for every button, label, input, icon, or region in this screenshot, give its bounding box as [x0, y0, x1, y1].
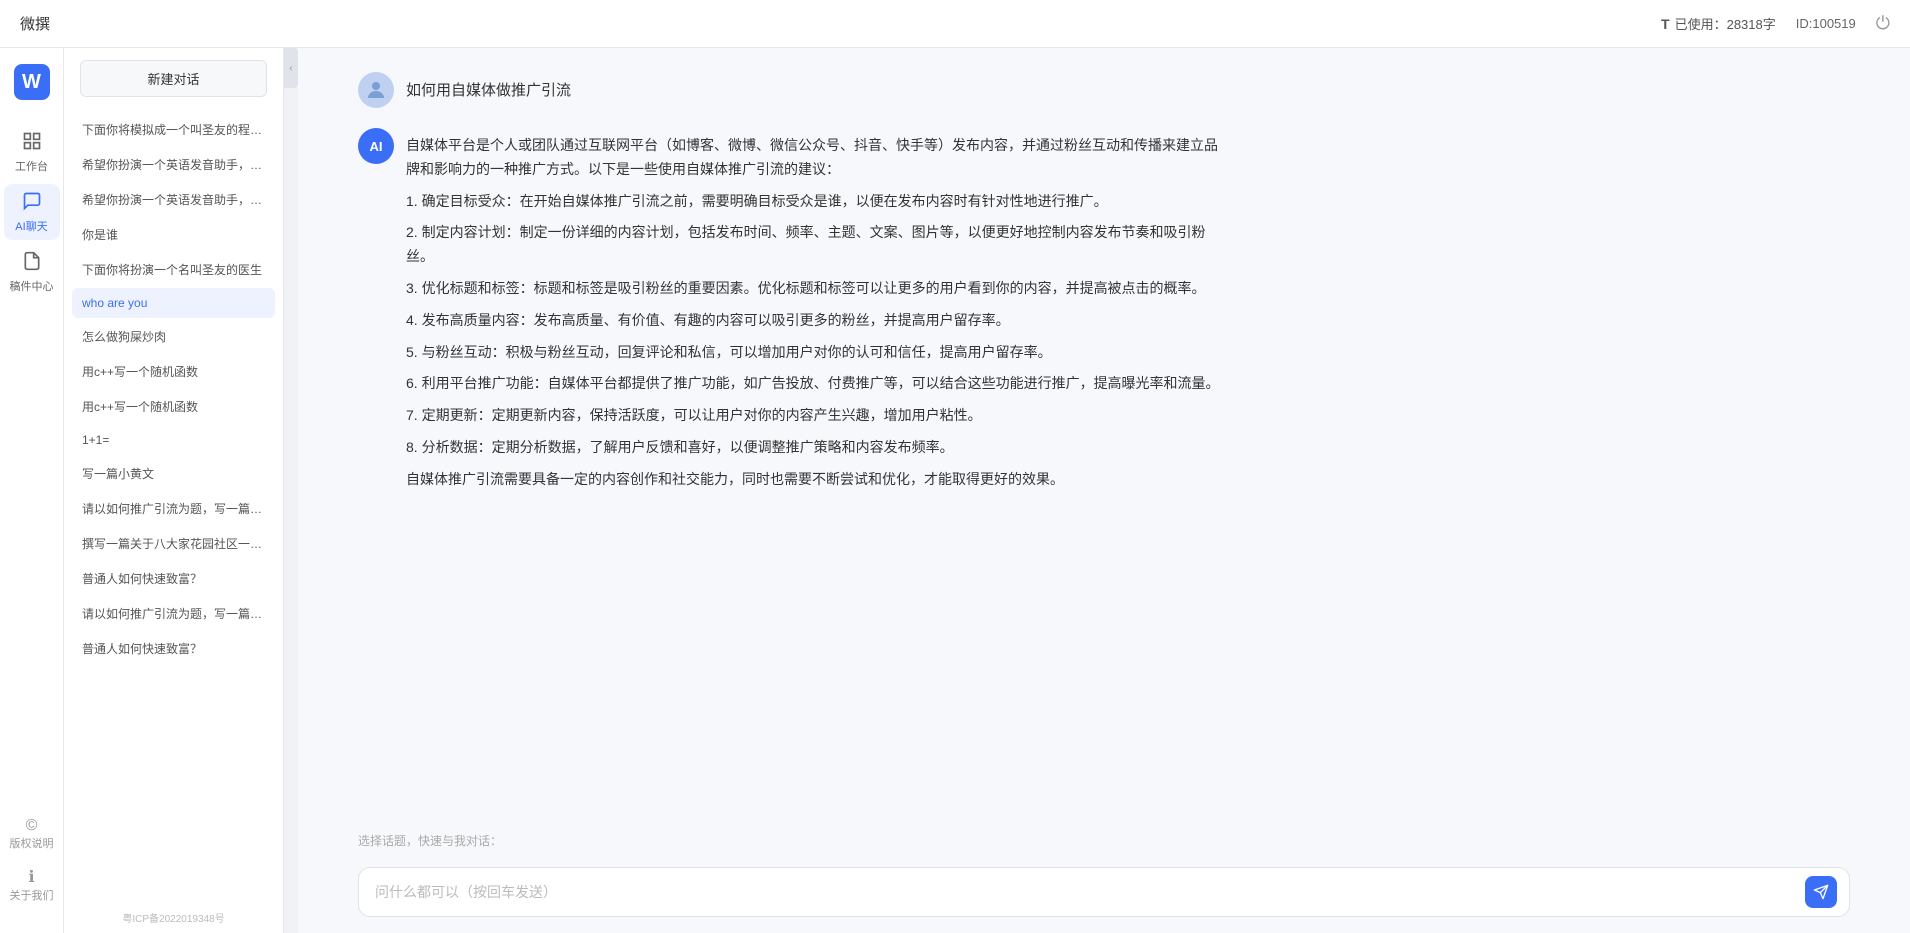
ai-response-paragraph: 自媒体平台是个人或团队通过互联网平台（如博客、微博、微信公众号、抖音、快手等）发…	[406, 134, 1226, 182]
collapse-button[interactable]: ‹	[284, 48, 298, 88]
quick-prompts: 选择话题，快速与我对话：	[298, 824, 1910, 859]
topbar-id: ID:100519	[1796, 16, 1856, 31]
history-item[interactable]: 用c++写一个随机函数	[72, 390, 275, 423]
input-area	[298, 859, 1910, 933]
ai-response-paragraph: 1. 确定目标受众：在开始自媒体推广引流之前，需要明确目标受众是谁，以便在发布内…	[406, 190, 1226, 214]
ai-response-paragraph: 4. 发布高质量内容：发布高质量、有价值、有趣的内容可以吸引更多的粉丝，并提高用…	[406, 309, 1226, 333]
icp-text: 粤ICP备2022019348号	[64, 902, 283, 933]
user-avatar	[358, 72, 394, 108]
history-item[interactable]: 普通人如何快速致富？	[72, 632, 275, 665]
topbar-title: 微撰	[20, 13, 50, 34]
quick-prompts-label: 选择话题，快速与我对话：	[358, 832, 1850, 849]
history-item[interactable]: 用c++写一个随机函数	[72, 355, 275, 388]
ai-logo-text: AI	[370, 139, 383, 154]
history-item[interactable]: 下面你将扮演一个名叫圣友的医生	[72, 253, 275, 286]
draft-label: 稿件中心	[10, 278, 54, 294]
history-item[interactable]: 普通人如何快速致富？	[72, 562, 275, 595]
ai-response-paragraph: 自媒体推广引流需要具备一定的内容创作和社交能力，同时也需要不断尝试和优化，才能取…	[406, 468, 1226, 492]
logo-area: W	[14, 64, 50, 100]
ai-chat-label: AI聊天	[15, 218, 47, 234]
ai-avatar: AI	[358, 128, 394, 164]
topbar: 微撰 T 已使用：28318字 ID:100519 ⏻	[0, 0, 1910, 48]
topbar-usage: T 已使用：28318字	[1661, 14, 1776, 33]
app-layout: W 工作台 AI聊天 稿件中心 © 版权说明	[0, 48, 1910, 933]
history-item[interactable]: 希望你扮演一个英语发音助手，我提供给你...	[72, 183, 275, 216]
workbench-icon	[22, 131, 42, 156]
ai-response-paragraph: 6. 利用平台推广功能：自媒体平台都提供了推广功能，如广告投放、付费推广等，可以…	[406, 372, 1226, 396]
history-item[interactable]: 请以如何推广引流为题，写一篇大纲	[72, 492, 275, 525]
ai-response-paragraph: 7. 定期更新：定期更新内容，保持活跃度，可以让用户对你的内容产生兴趣，增加用户…	[406, 404, 1226, 428]
chat-input[interactable]	[375, 880, 1799, 904]
user-message-row: 如何用自媒体做推广引流	[358, 72, 1850, 108]
sidebar-item-about[interactable]: ℹ 关于我们	[4, 861, 60, 909]
history-item[interactable]: 写一篇小黄文	[72, 457, 275, 490]
history-list: 下面你将模拟成一个叫圣友的程序员、我说...希望你扮演一个英语发音助手，我提供给…	[64, 109, 283, 902]
workbench-label: 工作台	[15, 158, 48, 174]
chat-main: 如何用自媒体做推广引流 AI 自媒体平台是个人或团队通过互联网平台（如博客、微博…	[298, 48, 1910, 933]
ai-response-paragraph: 5. 与粉丝互动：积极与粉丝互动，回复评论和私信，可以增加用户对你的认可和信任，…	[406, 341, 1226, 365]
usage-text: 已使用：28318字	[1675, 14, 1776, 33]
history-item[interactable]: 撰写一篇关于八大家花园社区一刻钟便民生...	[72, 527, 275, 560]
ai-response-paragraph: 2. 制定内容计划：制定一份详细的内容计划，包括发布时间、频率、主题、文案、图片…	[406, 221, 1226, 269]
ai-message-bubble: 自媒体平台是个人或团队通过互联网平台（如博客、微博、微信公众号、抖音、快手等）发…	[406, 128, 1226, 492]
new-chat-button[interactable]: 新建对话	[80, 60, 267, 97]
topbar-right: T 已使用：28318字 ID:100519 ⏻	[1661, 13, 1890, 34]
input-box	[358, 867, 1850, 917]
usage-t-icon: T	[1661, 16, 1670, 32]
icon-nav: W 工作台 AI聊天 稿件中心 © 版权说明	[0, 48, 64, 933]
sidebar-item-ai-chat[interactable]: AI聊天	[4, 184, 60, 240]
logout-icon[interactable]: ⏻	[1876, 13, 1890, 34]
nav-bottom: © 版权说明 ℹ 关于我们	[4, 811, 60, 917]
about-icon: ℹ	[28, 867, 34, 887]
history-item[interactable]: who are you	[72, 288, 275, 318]
sidebar-item-copyright[interactable]: © 版权说明	[4, 811, 60, 857]
ai-message-row: AI 自媒体平台是个人或团队通过互联网平台（如博客、微博、微信公众号、抖音、快手…	[358, 128, 1850, 492]
history-item[interactable]: 请以如何推广引流为题，写一篇大纲	[72, 597, 275, 630]
copyright-label: 版权说明	[10, 835, 54, 851]
sidebar-item-draft[interactable]: 稿件中心	[4, 244, 60, 300]
copyright-icon: ©	[26, 817, 38, 835]
history-item[interactable]: 你是谁	[72, 218, 275, 251]
history-sidebar: 新建对话 下面你将模拟成一个叫圣友的程序员、我说...希望你扮演一个英语发音助手…	[64, 48, 284, 933]
chevron-left-icon: ‹	[289, 63, 292, 74]
ai-response-paragraph: 8. 分析数据：定期分析数据，了解用户反馈和喜好，以便调整推广策略和内容发布频率…	[406, 436, 1226, 460]
chat-messages: 如何用自媒体做推广引流 AI 自媒体平台是个人或团队通过互联网平台（如博客、微博…	[298, 48, 1910, 824]
history-item[interactable]: 怎么做狗屎炒肉	[72, 320, 275, 353]
draft-icon	[22, 251, 42, 276]
user-message-bubble: 如何用自媒体做推广引流	[406, 72, 571, 108]
ai-response-paragraph: 3. 优化标题和标签：标题和标签是吸引粉丝的重要因素。优化标题和标签可以让更多的…	[406, 277, 1226, 301]
history-item[interactable]: 1+1=	[72, 425, 275, 455]
ai-chat-icon	[22, 191, 42, 216]
about-label: 关于我们	[10, 887, 54, 903]
history-item[interactable]: 希望你扮演一个英语发音助手，我提供给你...	[72, 148, 275, 181]
logo-icon: W	[14, 64, 50, 100]
send-button[interactable]	[1805, 876, 1837, 908]
history-item[interactable]: 下面你将模拟成一个叫圣友的程序员、我说...	[72, 113, 275, 146]
sidebar-item-workbench[interactable]: 工作台	[4, 124, 60, 180]
